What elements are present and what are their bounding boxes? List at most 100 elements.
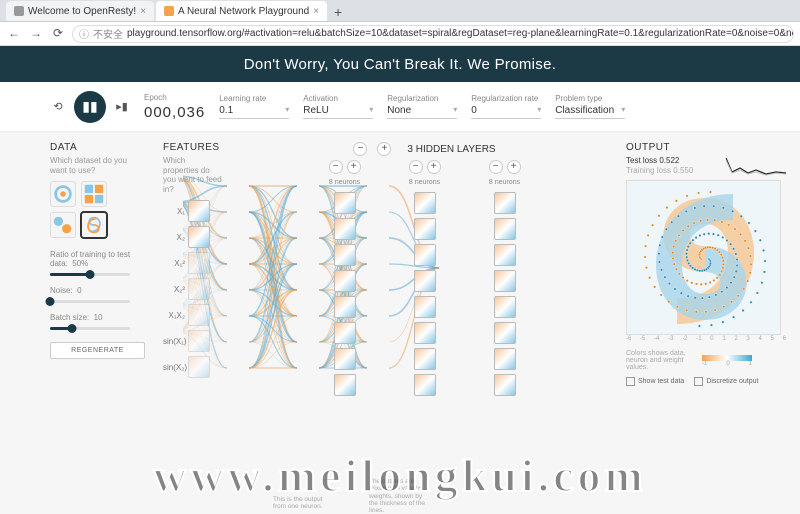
hero-banner: Don't Worry, You Can't Break It. We Prom… — [0, 46, 800, 82]
reload-button[interactable]: ⟳ — [50, 26, 66, 42]
problem-type-select[interactable]: Classification — [555, 105, 625, 119]
neuron[interactable] — [414, 218, 436, 240]
neuron[interactable] — [494, 270, 516, 292]
reg-rate-select[interactable]: 0 — [471, 105, 541, 119]
close-icon[interactable]: × — [313, 6, 319, 17]
neuron[interactable] — [334, 322, 356, 344]
neuron[interactable] — [494, 374, 516, 396]
add-neuron-button[interactable]: + — [507, 160, 521, 174]
feature-x1x2[interactable] — [188, 304, 210, 326]
remove-neuron-button[interactable]: − — [409, 160, 423, 174]
security-label: 不安全 — [93, 26, 123, 41]
features-column: FEATURES Which properties do you want to… — [163, 142, 223, 508]
neuron[interactable] — [414, 192, 436, 214]
address-bar[interactable]: ⓘ 不安全 playground.tensorflow.org/#activat… — [72, 25, 794, 43]
feature-sinx2[interactable] — [188, 356, 210, 378]
discretize-checkbox[interactable]: Discretize output — [694, 377, 758, 386]
neuron[interactable] — [334, 374, 356, 396]
dataset-xor[interactable] — [81, 181, 107, 207]
epoch-value: 000,036 — [144, 104, 205, 121]
network-column: − + 3 HIDDEN LAYERS −+8 neurons−+8 neuro… — [241, 142, 608, 508]
feature-x2sq[interactable] — [188, 278, 210, 300]
problem-type-control: Problem type Classification — [555, 94, 625, 119]
feature-x1sq[interactable] — [188, 252, 210, 274]
feature-x1[interactable] — [188, 200, 210, 222]
annotation-weights: The outputs are mixed with varying weigh… — [369, 478, 429, 514]
neuron[interactable] — [494, 322, 516, 344]
tab-title: Welcome to OpenResty! — [28, 6, 136, 17]
features-heading: FEATURES — [163, 142, 223, 153]
output-column: OUTPUT Test loss 0.522 Training loss 0.5… — [626, 142, 786, 508]
neuron[interactable] — [334, 218, 356, 240]
x-axis-ticks: -6-5-4-3-2-10123456 — [626, 336, 786, 342]
regularization-control: Regularization None — [387, 94, 457, 119]
reset-button[interactable]: ⟲ — [50, 99, 66, 115]
data-subtext: Which dataset do you want to use? — [50, 156, 145, 175]
neuron[interactable] — [494, 348, 516, 370]
dataset-circle[interactable] — [50, 181, 76, 207]
features-subtext: Which properties do you want to feed in? — [163, 156, 223, 194]
output-heading: OUTPUT — [626, 142, 786, 153]
browser-toolbar: ← → ⟳ ⓘ 不安全 playground.tensorflow.org/#a… — [0, 22, 800, 46]
browser-tab[interactable]: Welcome to OpenResty! × — [6, 1, 154, 21]
play-pause-button[interactable]: ▮▮ — [74, 91, 106, 123]
feature-sinx1[interactable] — [188, 330, 210, 352]
new-tab-button[interactable]: + — [329, 3, 347, 21]
neuron[interactable] — [334, 348, 356, 370]
learning-rate-select[interactable]: 0.1 — [219, 105, 289, 119]
back-button[interactable]: ← — [6, 26, 22, 42]
forward-button[interactable]: → — [28, 26, 44, 42]
feature-x2[interactable] — [188, 226, 210, 248]
hero-text: Don't Worry, You Can't Break It. We Prom… — [244, 56, 556, 73]
neuron[interactable] — [334, 244, 356, 266]
data-column: DATA Which dataset do you want to use? R… — [50, 142, 145, 508]
tab-title: A Neural Network Playground — [178, 6, 309, 17]
remove-neuron-button[interactable]: − — [329, 160, 343, 174]
remove-neuron-button[interactable]: − — [489, 160, 503, 174]
step-button[interactable]: ▸▮ — [114, 99, 130, 115]
favicon — [14, 6, 24, 16]
neuron-count: 8 neurons — [489, 179, 520, 186]
neuron-count: 8 neurons — [329, 179, 360, 186]
loss-chart — [726, 154, 786, 178]
browser-tab[interactable]: A Neural Network Playground × — [156, 1, 327, 21]
hidden-layer: −+8 neurons — [489, 160, 521, 396]
close-icon[interactable]: × — [140, 6, 146, 17]
dataset-gauss[interactable] — [50, 212, 76, 238]
neuron[interactable] — [334, 296, 356, 318]
neuron[interactable] — [414, 348, 436, 370]
ratio-slider[interactable] — [50, 273, 130, 276]
epoch-label: Epoch — [144, 93, 205, 102]
neuron[interactable] — [494, 244, 516, 266]
remove-layer-button[interactable]: − — [353, 142, 367, 156]
neuron[interactable] — [414, 322, 436, 344]
epoch-display: Epoch 000,036 — [144, 93, 205, 121]
neuron[interactable] — [414, 296, 436, 318]
activation-control: Activation ReLU — [303, 94, 373, 119]
neuron[interactable] — [334, 192, 356, 214]
show-test-data-checkbox[interactable]: Show test data — [626, 377, 684, 386]
batch-slider[interactable] — [50, 327, 130, 330]
hidden-layer: −+8 neurons — [329, 160, 361, 396]
add-neuron-button[interactable]: + — [427, 160, 441, 174]
hidden-layer: −+8 neurons — [409, 160, 441, 396]
neuron[interactable] — [494, 192, 516, 214]
add-neuron-button[interactable]: + — [347, 160, 361, 174]
neuron[interactable] — [414, 244, 436, 266]
reg-rate-control: Regularization rate 0 — [471, 94, 541, 119]
output-plot[interactable] — [626, 180, 781, 335]
neuron[interactable] — [414, 270, 436, 292]
favicon — [164, 6, 174, 16]
regularization-select[interactable]: None — [387, 105, 457, 119]
activation-select[interactable]: ReLU — [303, 105, 373, 119]
neuron[interactable] — [494, 218, 516, 240]
top-controls: ⟲ ▮▮ ▸▮ Epoch 000,036 Learning rate 0.1 … — [0, 82, 800, 132]
dataset-spiral[interactable] — [81, 212, 107, 238]
regenerate-button[interactable]: REGENERATE — [50, 342, 145, 359]
neuron[interactable] — [334, 270, 356, 292]
neuron[interactable] — [494, 296, 516, 318]
color-legend: Colors shows data, neuron and weight val… — [626, 350, 786, 371]
add-layer-button[interactable]: + — [377, 142, 391, 156]
noise-slider[interactable] — [50, 300, 130, 303]
neuron[interactable] — [414, 374, 436, 396]
